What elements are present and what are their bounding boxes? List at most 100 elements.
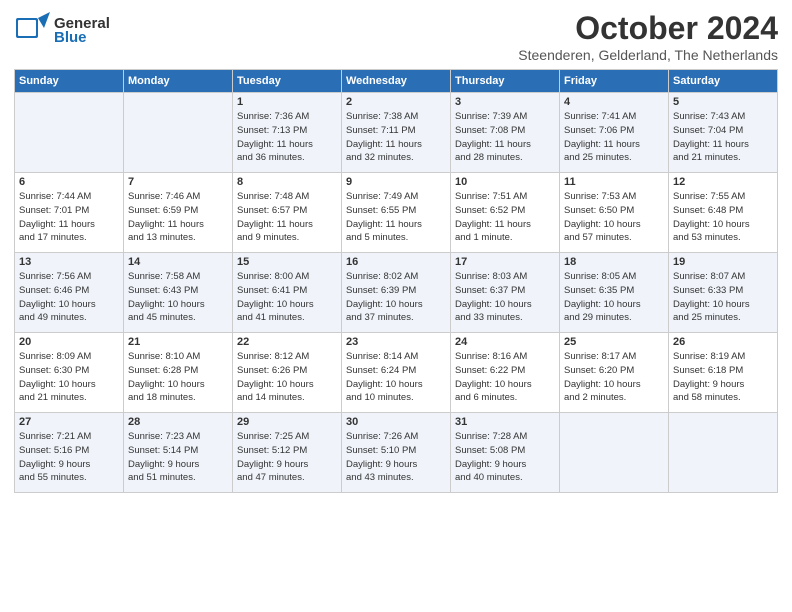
day-cell: 11 Sunrise: 7:53 AM Sunset: 6:50 PM Dayli… <box>560 173 669 253</box>
calendar-table: SundayMondayTuesdayWednesdayThursdayFrid… <box>14 69 778 493</box>
header-cell-thursday: Thursday <box>451 70 560 93</box>
day-number: 12 <box>673 176 773 188</box>
day-number: 11 <box>564 176 664 188</box>
day-info: Sunrise: 7:44 AM Sunset: 7:01 PM Dayligh… <box>19 190 119 245</box>
day-cell <box>15 93 124 173</box>
day-number: 6 <box>19 176 119 188</box>
day-info: Sunrise: 7:38 AM Sunset: 7:11 PM Dayligh… <box>346 110 446 165</box>
header: General Blue October 2024 Steenderen, Ge… <box>14 10 778 63</box>
day-info: Sunrise: 7:43 AM Sunset: 7:04 PM Dayligh… <box>673 110 773 165</box>
day-info: Sunrise: 7:55 AM Sunset: 6:48 PM Dayligh… <box>673 190 773 245</box>
day-info: Sunrise: 7:53 AM Sunset: 6:50 PM Dayligh… <box>564 190 664 245</box>
day-cell: 1 Sunrise: 7:36 AM Sunset: 7:13 PM Daylig… <box>233 93 342 173</box>
day-cell: 25Sunrise: 8:17 AM Sunset: 6:20 PM Dayli… <box>560 333 669 413</box>
day-cell: 12 Sunrise: 7:55 AM Sunset: 6:48 PM Dayli… <box>669 173 778 253</box>
day-info: Sunrise: 8:17 AM Sunset: 6:20 PM Dayligh… <box>564 350 664 405</box>
day-info: Sunrise: 8:14 AM Sunset: 6:24 PM Dayligh… <box>346 350 446 405</box>
day-info: Sunrise: 7:25 AM Sunset: 5:12 PM Dayligh… <box>237 430 337 485</box>
day-cell: 31 Sunrise: 7:28 AM Sunset: 5:08 PM Dayli… <box>451 413 560 493</box>
day-cell: 28 Sunrise: 7:23 AM Sunset: 5:14 PM Dayli… <box>124 413 233 493</box>
header-cell-tuesday: Tuesday <box>233 70 342 93</box>
header-cell-sunday: Sunday <box>15 70 124 93</box>
day-info: Sunrise: 8:10 AM Sunset: 6:28 PM Dayligh… <box>128 350 228 405</box>
day-cell: 19Sunrise: 8:07 AM Sunset: 6:33 PM Dayli… <box>669 253 778 333</box>
day-number: 26 <box>673 336 773 348</box>
day-cell: 10 Sunrise: 7:51 AM Sunset: 6:52 PM Dayli… <box>451 173 560 253</box>
day-cell: 29 Sunrise: 7:25 AM Sunset: 5:12 PM Dayli… <box>233 413 342 493</box>
day-info: Sunrise: 7:48 AM Sunset: 6:57 PM Dayligh… <box>237 190 337 245</box>
week-row-1: 1 Sunrise: 7:36 AM Sunset: 7:13 PM Daylig… <box>15 93 778 173</box>
day-number: 1 <box>237 96 337 108</box>
day-number: 23 <box>346 336 446 348</box>
day-cell: 6 Sunrise: 7:44 AM Sunset: 7:01 PM Daylig… <box>15 173 124 253</box>
day-number: 24 <box>455 336 555 348</box>
day-cell <box>560 413 669 493</box>
day-cell: 8 Sunrise: 7:48 AM Sunset: 6:57 PM Daylig… <box>233 173 342 253</box>
day-info: Sunrise: 8:12 AM Sunset: 6:26 PM Dayligh… <box>237 350 337 405</box>
day-number: 13 <box>19 256 119 268</box>
day-number: 18 <box>564 256 664 268</box>
day-cell: 21Sunrise: 8:10 AM Sunset: 6:28 PM Dayli… <box>124 333 233 413</box>
day-number: 31 <box>455 416 555 428</box>
title-block: October 2024 Steenderen, Gelderland, The… <box>518 10 778 63</box>
day-info: Sunrise: 7:39 AM Sunset: 7:08 PM Dayligh… <box>455 110 555 165</box>
day-number: 29 <box>237 416 337 428</box>
day-info: Sunrise: 7:26 AM Sunset: 5:10 PM Dayligh… <box>346 430 446 485</box>
day-info: Sunrise: 7:21 AM Sunset: 5:16 PM Dayligh… <box>19 430 119 485</box>
day-cell: 13Sunrise: 7:56 AM Sunset: 6:46 PM Dayli… <box>15 253 124 333</box>
week-row-3: 13Sunrise: 7:56 AM Sunset: 6:46 PM Dayli… <box>15 253 778 333</box>
day-number: 17 <box>455 256 555 268</box>
day-cell: 23 Sunrise: 8:14 AM Sunset: 6:24 PM Dayli… <box>342 333 451 413</box>
day-cell: 22 Sunrise: 8:12 AM Sunset: 6:26 PM Dayli… <box>233 333 342 413</box>
day-cell <box>124 93 233 173</box>
day-cell: 24Sunrise: 8:16 AM Sunset: 6:22 PM Dayli… <box>451 333 560 413</box>
day-info: Sunrise: 8:03 AM Sunset: 6:37 PM Dayligh… <box>455 270 555 325</box>
page: General Blue October 2024 Steenderen, Ge… <box>0 0 792 501</box>
day-info: Sunrise: 7:51 AM Sunset: 6:52 PM Dayligh… <box>455 190 555 245</box>
day-number: 14 <box>128 256 228 268</box>
day-info: Sunrise: 8:09 AM Sunset: 6:30 PM Dayligh… <box>19 350 119 405</box>
day-info: Sunrise: 7:28 AM Sunset: 5:08 PM Dayligh… <box>455 430 555 485</box>
day-number: 2 <box>346 96 446 108</box>
day-cell: 3 Sunrise: 7:39 AM Sunset: 7:08 PM Daylig… <box>451 93 560 173</box>
day-cell <box>669 413 778 493</box>
day-cell: 30Sunrise: 7:26 AM Sunset: 5:10 PM Dayli… <box>342 413 451 493</box>
day-number: 28 <box>128 416 228 428</box>
day-number: 3 <box>455 96 555 108</box>
day-number: 27 <box>19 416 119 428</box>
logo: General Blue <box>14 10 110 51</box>
day-number: 8 <box>237 176 337 188</box>
day-info: Sunrise: 7:46 AM Sunset: 6:59 PM Dayligh… <box>128 190 228 245</box>
day-info: Sunrise: 8:02 AM Sunset: 6:39 PM Dayligh… <box>346 270 446 325</box>
day-cell: 18 Sunrise: 8:05 AM Sunset: 6:35 PM Dayli… <box>560 253 669 333</box>
day-cell: 2 Sunrise: 7:38 AM Sunset: 7:11 PM Daylig… <box>342 93 451 173</box>
header-cell-wednesday: Wednesday <box>342 70 451 93</box>
logo-icon <box>14 10 50 46</box>
header-cell-monday: Monday <box>124 70 233 93</box>
day-number: 5 <box>673 96 773 108</box>
header-row: SundayMondayTuesdayWednesdayThursdayFrid… <box>15 70 778 93</box>
day-info: Sunrise: 8:05 AM Sunset: 6:35 PM Dayligh… <box>564 270 664 325</box>
day-cell: 5 Sunrise: 7:43 AM Sunset: 7:04 PM Daylig… <box>669 93 778 173</box>
day-cell: 27 Sunrise: 7:21 AM Sunset: 5:16 PM Dayli… <box>15 413 124 493</box>
day-cell: 26Sunrise: 8:19 AM Sunset: 6:18 PM Dayli… <box>669 333 778 413</box>
day-number: 10 <box>455 176 555 188</box>
month-title: October 2024 <box>518 10 778 47</box>
day-number: 16 <box>346 256 446 268</box>
day-number: 20 <box>19 336 119 348</box>
day-cell: 4Sunrise: 7:41 AM Sunset: 7:06 PM Daylig… <box>560 93 669 173</box>
week-row-5: 27 Sunrise: 7:21 AM Sunset: 5:16 PM Dayli… <box>15 413 778 493</box>
day-number: 9 <box>346 176 446 188</box>
week-row-4: 20 Sunrise: 8:09 AM Sunset: 6:30 PM Dayli… <box>15 333 778 413</box>
day-info: Sunrise: 7:58 AM Sunset: 6:43 PM Dayligh… <box>128 270 228 325</box>
day-number: 22 <box>237 336 337 348</box>
day-cell: 17 Sunrise: 8:03 AM Sunset: 6:37 PM Dayli… <box>451 253 560 333</box>
day-info: Sunrise: 7:49 AM Sunset: 6:55 PM Dayligh… <box>346 190 446 245</box>
day-info: Sunrise: 7:23 AM Sunset: 5:14 PM Dayligh… <box>128 430 228 485</box>
day-info: Sunrise: 7:41 AM Sunset: 7:06 PM Dayligh… <box>564 110 664 165</box>
day-cell: 20 Sunrise: 8:09 AM Sunset: 6:30 PM Dayli… <box>15 333 124 413</box>
location: Steenderen, Gelderland, The Netherlands <box>518 47 778 63</box>
day-info: Sunrise: 7:36 AM Sunset: 7:13 PM Dayligh… <box>237 110 337 165</box>
day-cell: 7Sunrise: 7:46 AM Sunset: 6:59 PM Daylig… <box>124 173 233 253</box>
day-cell: 14 Sunrise: 7:58 AM Sunset: 6:43 PM Dayli… <box>124 253 233 333</box>
